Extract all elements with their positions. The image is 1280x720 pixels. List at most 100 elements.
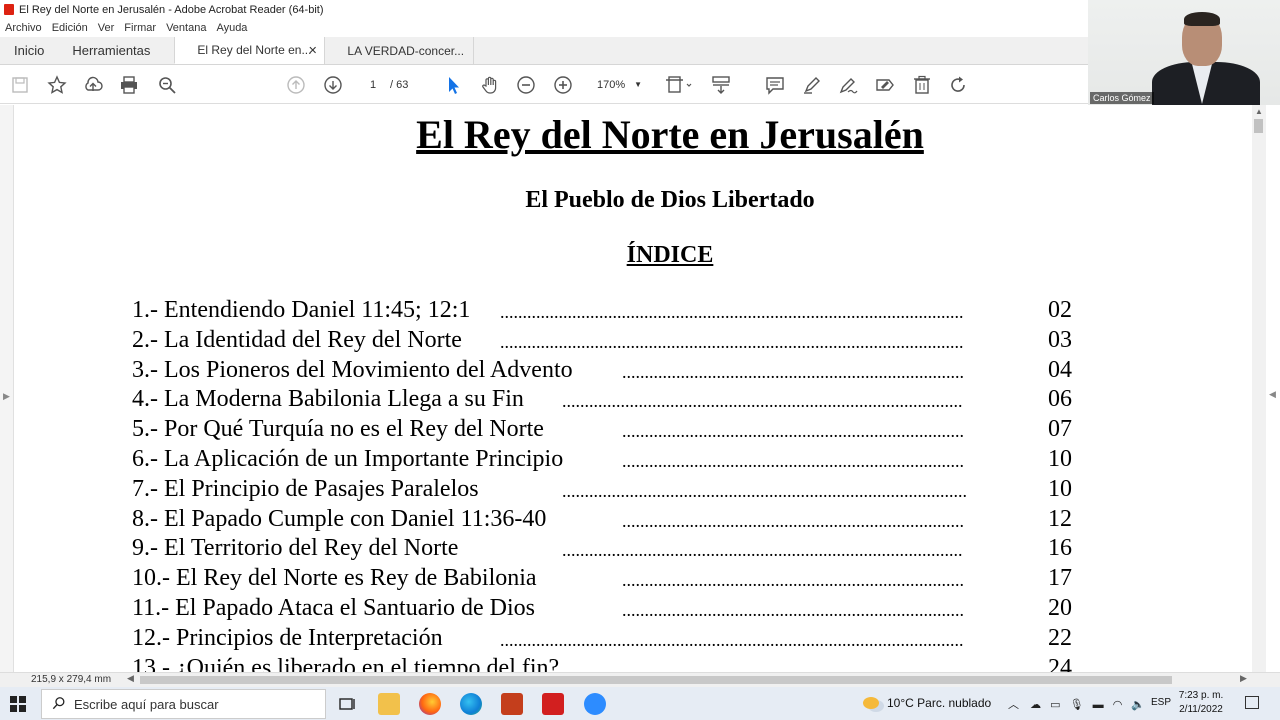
document-viewer[interactable]: ▶ El Rey del Norte en Jerusalén El Puebl… bbox=[0, 105, 1252, 672]
right-panel-collapsed[interactable]: ◀ bbox=[1266, 105, 1280, 672]
toc-entry: 11.- El Papado Ataca el Santuario de Dio… bbox=[132, 595, 1092, 625]
toc-entry-title: 6.- La Aplicación de un Importante Princ… bbox=[132, 446, 564, 472]
menu-edicion[interactable]: Edición bbox=[52, 22, 88, 34]
tab-bar: Inicio Herramientas El Rey del Norte en.… bbox=[0, 37, 1088, 65]
toc-entry-title: 4.- La Moderna Babilonia Llega a su Fin bbox=[132, 386, 524, 413]
comment-icon[interactable] bbox=[764, 74, 786, 96]
scroll-up-icon[interactable]: ▲ bbox=[1255, 107, 1263, 116]
toc-entry-title: 13.- ¿Quién es liberado en el tiempo del… bbox=[132, 654, 560, 672]
menu-archivo[interactable]: Archivo bbox=[5, 22, 42, 34]
toc-entry-page: 04 bbox=[1048, 356, 1072, 383]
weather-widget[interactable]: 10°C Parc. nublado bbox=[863, 696, 991, 710]
page-total: / 63 bbox=[390, 79, 409, 91]
zoom-app-icon[interactable] bbox=[584, 693, 606, 715]
chevron-up-icon[interactable]: ︿ bbox=[1008, 699, 1019, 711]
search-icon[interactable] bbox=[156, 74, 178, 96]
zoom-in-icon[interactable] bbox=[552, 74, 574, 96]
toc-dot-leader: ........................................… bbox=[622, 361, 964, 382]
delete-icon[interactable] bbox=[911, 74, 933, 96]
wifi-icon[interactable]: ◠ bbox=[1113, 699, 1123, 711]
tab-home[interactable]: Inicio bbox=[0, 37, 58, 64]
fill-sign-icon[interactable] bbox=[874, 74, 896, 96]
expand-left-panel-icon[interactable]: ▶ bbox=[3, 391, 10, 402]
weather-text: 10°C Parc. nublado bbox=[887, 696, 992, 710]
windows-start-icon[interactable] bbox=[10, 696, 26, 712]
highlight-pen-icon[interactable] bbox=[801, 74, 823, 96]
acrobat-taskbar-icon[interactable] bbox=[542, 693, 564, 715]
scroll-mode-icon[interactable] bbox=[710, 74, 732, 96]
edge-browser-icon[interactable] bbox=[460, 693, 482, 715]
search-icon bbox=[52, 696, 66, 713]
expand-right-panel-icon[interactable]: ◀ bbox=[1269, 389, 1276, 400]
toc-dot-leader: ........................................… bbox=[562, 480, 968, 501]
zoom-level-select[interactable]: 170% ▼ bbox=[592, 75, 646, 95]
battery-icon[interactable]: ▬ bbox=[1093, 699, 1104, 711]
window-titlebar: El Rey del Norte en Jerusalén - Adobe Ac… bbox=[0, 0, 1088, 19]
zoom-level-value: 170% bbox=[597, 79, 626, 91]
firefox-icon[interactable] bbox=[419, 693, 441, 715]
previous-page-icon[interactable] bbox=[285, 74, 307, 96]
scroll-left-icon[interactable]: ◀ bbox=[127, 673, 134, 684]
toc-entry: 5.- Por Qué Turquía no es el Rey del Nor… bbox=[132, 416, 1092, 446]
rotate-icon[interactable] bbox=[947, 74, 969, 96]
close-tab-icon[interactable]: ✕ bbox=[308, 44, 317, 57]
toc-entry-page: 17 bbox=[1048, 565, 1072, 592]
menu-ventana[interactable]: Ventana bbox=[166, 22, 206, 34]
microphone-icon[interactable]: 🎙 bbox=[1070, 699, 1084, 711]
menu-ver[interactable]: Ver bbox=[98, 22, 115, 34]
file-explorer-icon[interactable] bbox=[378, 693, 400, 715]
zoom-out-icon[interactable] bbox=[515, 74, 537, 96]
toc-entry-page: 07 bbox=[1048, 416, 1072, 443]
volume-icon[interactable]: 🔈 bbox=[1131, 699, 1145, 711]
scroll-right-icon[interactable]: ▶ bbox=[1240, 673, 1247, 684]
vertical-scrollbar[interactable]: ▲ bbox=[1252, 105, 1266, 672]
system-tray[interactable]: ︿ ☁ ▭ 🎙 ▬ ◠ 🔈 bbox=[1008, 696, 1145, 712]
toc-entry: 1.- Entendiendo Daniel 11:45; 12:1......… bbox=[132, 297, 1092, 327]
toc-entry-page: 24 bbox=[1048, 654, 1072, 672]
powerpoint-icon[interactable] bbox=[501, 693, 523, 715]
sign-pen-icon[interactable] bbox=[837, 74, 859, 96]
task-view-icon[interactable] bbox=[336, 693, 358, 715]
taskbar-search-placeholder: Escribe aquí para buscar bbox=[74, 696, 219, 712]
notifications-icon[interactable] bbox=[1245, 696, 1259, 709]
left-panel-collapsed[interactable] bbox=[0, 105, 14, 672]
star-icon[interactable] bbox=[46, 74, 68, 96]
fit-page-icon[interactable] bbox=[664, 74, 694, 96]
tab-document-2[interactable]: LA VERDAD-concer... bbox=[324, 37, 475, 64]
toc-dot-leader: ........................................… bbox=[622, 570, 964, 591]
save-icon[interactable] bbox=[9, 74, 31, 96]
taskbar-search-box[interactable]: Escribe aquí para buscar bbox=[41, 689, 326, 719]
toc-entry-title: 11.- El Papado Ataca el Santuario de Dio… bbox=[132, 595, 536, 621]
partly-cloudy-icon bbox=[863, 697, 879, 709]
toc-entry-title: 10.- El Rey del Norte es Rey de Babiloni… bbox=[132, 565, 537, 592]
toc-entry: 7.- El Principio de Pasajes Paralelos...… bbox=[132, 476, 1092, 506]
document-title: El Rey del Norte en Jerusalén bbox=[416, 112, 924, 157]
taskbar-clock[interactable]: 7:23 p. m. 2/11/2022 bbox=[1175, 689, 1227, 717]
cloud-upload-icon[interactable] bbox=[82, 74, 104, 96]
toc-entry-title: 8.- El Papado Cumple con Daniel 11:36-40 bbox=[132, 505, 547, 532]
select-cursor-icon[interactable] bbox=[442, 74, 464, 96]
menu-ayuda[interactable]: Ayuda bbox=[216, 22, 247, 34]
menu-firmar[interactable]: Firmar bbox=[124, 22, 156, 34]
input-language[interactable]: ESP bbox=[1151, 697, 1171, 708]
hand-tool-icon[interactable] bbox=[479, 74, 501, 96]
toc-entry: 13.- ¿Quién es liberado en el tiempo del… bbox=[132, 655, 1092, 672]
tab-document-active[interactable]: El Rey del Norte en... ✕ bbox=[174, 37, 325, 64]
toc-entry-title: 7.- El Principio de Pasajes Paralelos bbox=[132, 475, 479, 502]
tab-tools[interactable]: Herramientas bbox=[58, 37, 174, 64]
network-drive-icon[interactable]: ▭ bbox=[1050, 699, 1060, 711]
vertical-scroll-thumb[interactable] bbox=[1254, 119, 1263, 133]
toc-entry-page: 16 bbox=[1048, 535, 1072, 562]
toc-entry-page: 10 bbox=[1048, 475, 1072, 502]
toc-dot-leader: ........................................… bbox=[622, 510, 964, 531]
next-page-icon[interactable] bbox=[322, 74, 344, 96]
toc-dot-leader: ........................................… bbox=[500, 331, 964, 352]
onedrive-icon[interactable]: ☁ bbox=[1030, 699, 1041, 711]
toc-dot-leader: ........................................… bbox=[500, 629, 964, 650]
print-icon[interactable] bbox=[118, 74, 140, 96]
horizontal-scroll-thumb[interactable] bbox=[140, 676, 1172, 684]
toc-entry-page: 02 bbox=[1048, 297, 1072, 323]
toc-entry: 9.- El Territorio del Rey del Norte.....… bbox=[132, 535, 1092, 565]
page-number-input[interactable]: 1 bbox=[358, 75, 388, 95]
toc-entry: 6.- La Aplicación de un Importante Princ… bbox=[132, 446, 1092, 476]
